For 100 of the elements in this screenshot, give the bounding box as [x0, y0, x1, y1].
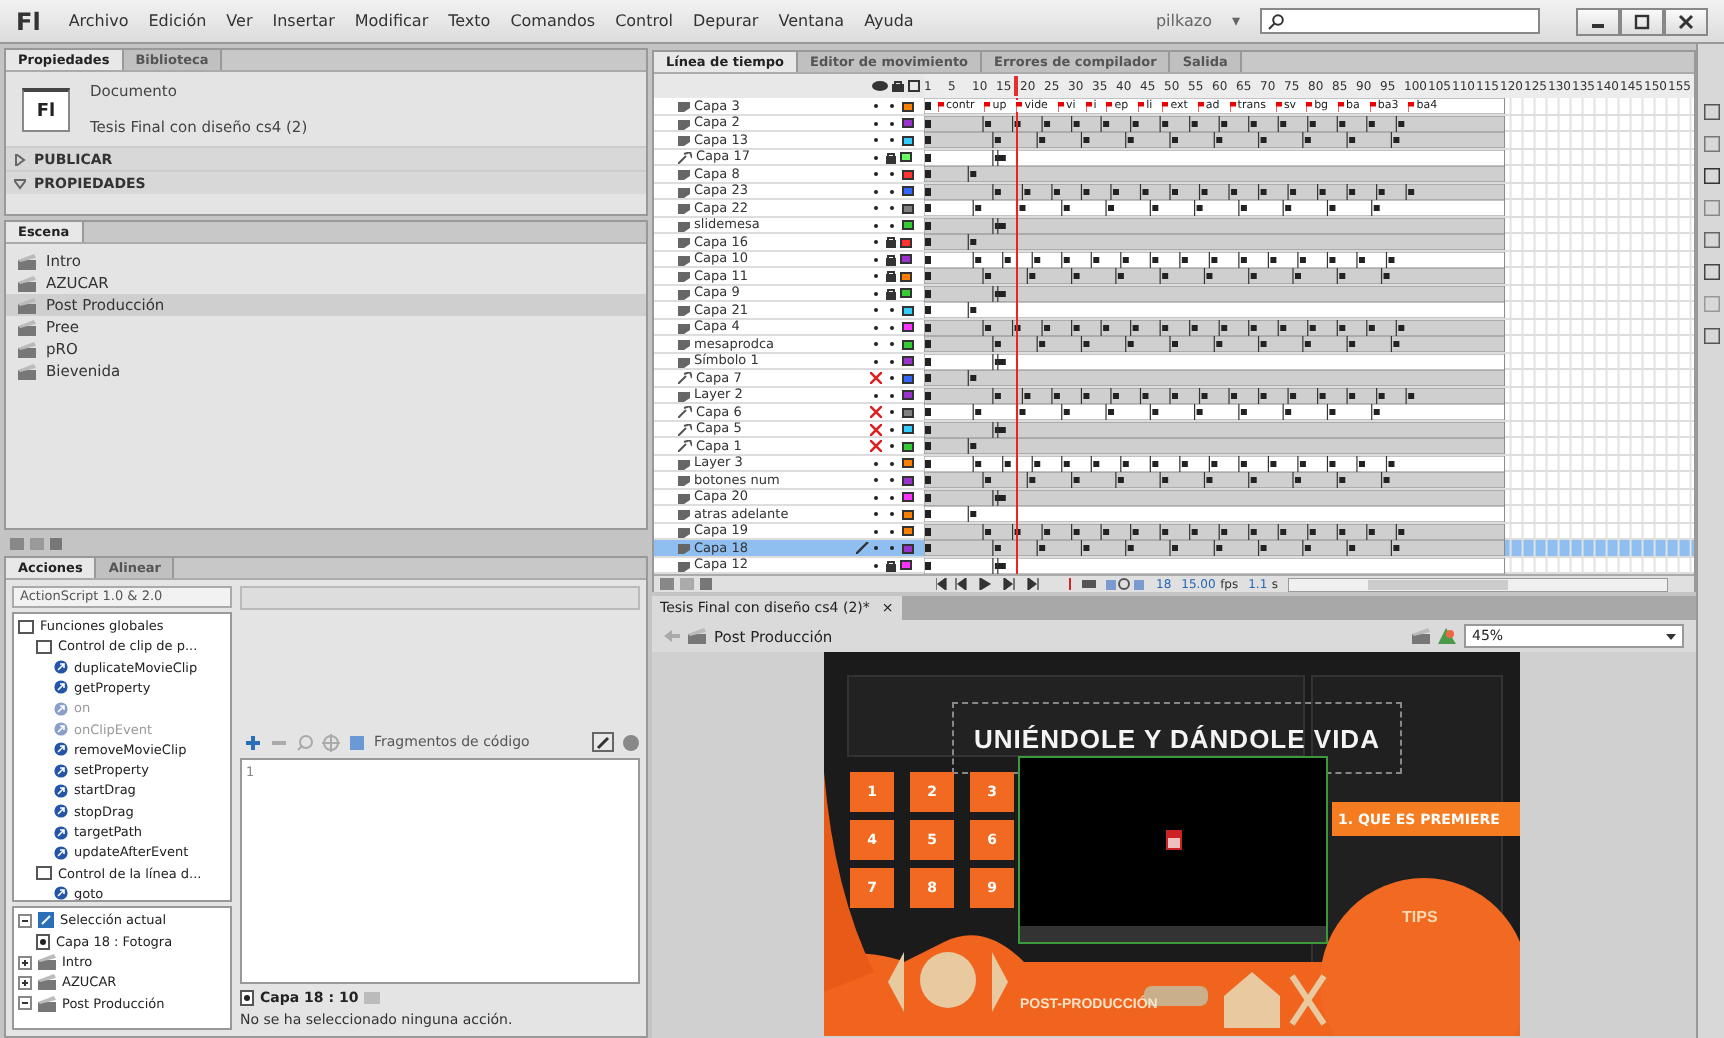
menu-item[interactable]: Comandos	[510, 12, 596, 30]
flag-icon	[1275, 101, 1282, 111]
wand-icon[interactable]	[592, 732, 614, 752]
expand-icon[interactable]	[18, 955, 32, 970]
app-logo: Fl	[16, 7, 41, 35]
dropdown-arrow-icon	[1666, 633, 1676, 639]
layer-color-swatch[interactable]	[902, 475, 914, 485]
layer-color-swatch[interactable]	[900, 152, 912, 162]
layer-color-swatch[interactable]	[902, 322, 914, 332]
layer-color-swatch[interactable]	[902, 424, 914, 434]
menu-item[interactable]: Ayuda	[864, 12, 914, 30]
layer-color-swatch[interactable]	[902, 458, 914, 468]
lock-icon[interactable]	[886, 253, 896, 265]
layer-color-swatch[interactable]	[900, 254, 912, 264]
expand-arrow-icon[interactable]	[14, 153, 26, 165]
clapperboard-icon	[38, 974, 56, 991]
flag-icon	[938, 101, 944, 111]
menu-item[interactable]: Insertar	[272, 12, 335, 30]
lock-icon[interactable]	[886, 287, 896, 299]
lock-icon[interactable]	[886, 236, 896, 248]
collapse-arrow-icon[interactable]	[14, 177, 26, 189]
layer-color-swatch[interactable]	[902, 305, 914, 315]
layer-color-swatch[interactable]	[902, 492, 914, 502]
hidden-x-icon[interactable]	[870, 406, 882, 418]
layer-color-swatch[interactable]	[902, 135, 914, 145]
layer-color-swatch[interactable]	[902, 118, 914, 128]
function-icon	[54, 783, 68, 798]
close-button[interactable]	[1664, 7, 1708, 35]
menu-item[interactable]: Texto	[448, 12, 491, 30]
layer-color-swatch[interactable]	[900, 271, 912, 281]
maximize-button[interactable]	[1620, 7, 1664, 35]
layer-color-swatch[interactable]	[902, 220, 914, 230]
search-field[interactable]	[1260, 8, 1540, 34]
layer-color-swatch[interactable]	[902, 356, 914, 366]
layer-icon	[678, 389, 690, 401]
outline-icon[interactable]	[908, 80, 920, 92]
frame-icon	[36, 933, 50, 950]
guide-layer-icon	[678, 151, 692, 163]
function-icon	[54, 845, 68, 860]
frame-icon	[240, 989, 254, 1005]
layer-color-swatch[interactable]	[902, 373, 914, 383]
guide-layer-icon	[678, 372, 692, 384]
clapperboard-icon	[18, 253, 36, 269]
menu-item[interactable]: Modificar	[354, 12, 429, 30]
minimize-button[interactable]	[1576, 7, 1620, 35]
layer-color-swatch[interactable]	[900, 237, 912, 247]
layer-color-swatch[interactable]	[900, 560, 912, 570]
guide-layer-icon	[678, 423, 692, 435]
function-icon	[54, 660, 68, 675]
menu-item[interactable]: Ver	[226, 12, 253, 30]
tips-label: TIPS	[1402, 908, 1438, 926]
layer-color-swatch[interactable]	[902, 441, 914, 451]
flag-icon	[1408, 101, 1415, 111]
lock-icon[interactable]	[892, 80, 904, 92]
hidden-x-icon[interactable]	[870, 372, 882, 384]
clapperboard-icon	[18, 275, 36, 291]
close-icon	[1678, 13, 1694, 29]
layer-color-swatch[interactable]	[902, 203, 914, 213]
lock-icon[interactable]	[886, 559, 896, 571]
layer-color-swatch[interactable]	[902, 101, 914, 111]
add-icon[interactable]	[244, 733, 262, 751]
layer-color-swatch[interactable]	[900, 288, 912, 298]
maximize-icon	[1634, 13, 1650, 29]
collapse-icon[interactable]	[18, 996, 32, 1011]
hidden-x-icon[interactable]	[870, 440, 882, 452]
video-player[interactable]	[1018, 756, 1328, 944]
layer-color-swatch[interactable]	[902, 526, 914, 536]
flag-icon	[984, 101, 991, 111]
layer-color-swatch[interactable]	[902, 509, 914, 519]
menu-item[interactable]: Depurar	[693, 12, 759, 30]
menu-item[interactable]: Control	[615, 12, 673, 30]
layer-color-swatch[interactable]	[902, 407, 914, 417]
horizontal-scrollbar[interactable]	[1288, 577, 1669, 591]
layer-color-swatch[interactable]	[902, 390, 914, 400]
collapse-icon[interactable]	[18, 913, 32, 928]
function-icon	[54, 804, 68, 819]
clapperboard-icon	[18, 363, 36, 379]
onion-skin-drawing[interactable]	[1066, 578, 1146, 590]
menu-item[interactable]: Ventana	[778, 12, 845, 30]
layer-color-swatch[interactable]	[902, 543, 914, 553]
hidden-x-icon[interactable]	[870, 423, 882, 435]
layer-color-swatch[interactable]	[902, 186, 914, 196]
flag-icon	[1138, 101, 1145, 111]
expand-icon[interactable]	[18, 975, 32, 990]
menu-item[interactable]: Edición	[148, 12, 207, 30]
document-icon: Fl	[22, 88, 70, 132]
flag-icon	[1197, 101, 1204, 111]
guide-layer-icon	[678, 440, 692, 452]
layer-color-swatch[interactable]	[902, 169, 914, 179]
lock-icon[interactable]	[886, 151, 896, 163]
eye-icon[interactable]	[872, 80, 888, 92]
lock-icon[interactable]	[886, 270, 896, 282]
caret-icon[interactable]: ▾	[1231, 12, 1240, 30]
clapperboard-icon	[1412, 628, 1430, 644]
function-icon	[54, 680, 68, 695]
playhead[interactable]	[1014, 76, 1019, 96]
menu-item[interactable]: Archivo	[68, 12, 129, 30]
selection-icon	[38, 912, 54, 929]
layer-color-swatch[interactable]	[902, 339, 914, 349]
user-menu[interactable]: pilkazo	[1155, 12, 1212, 30]
